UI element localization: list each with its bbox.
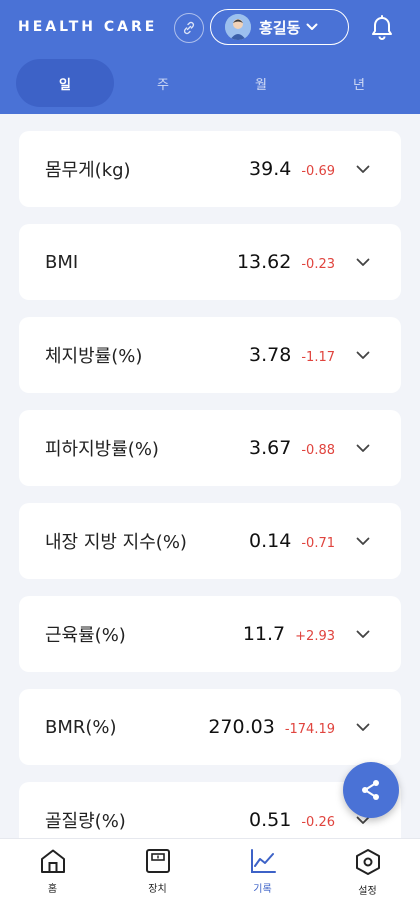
nav-settings[interactable]: 설정: [315, 839, 420, 900]
bell-icon: [372, 15, 392, 40]
metric-delta: -0.69: [301, 164, 335, 179]
metric-delta: -0.88: [301, 443, 335, 458]
metric-delta: -1.17: [301, 350, 335, 365]
share-icon: [362, 780, 379, 800]
metric-card-muscle[interactable]: 근육률(%) 11.7 +2.93: [19, 596, 401, 672]
metric-delta: +2.93: [295, 629, 335, 644]
metric-card-bmr[interactable]: BMR(%) 270.03 -174.19: [19, 689, 401, 765]
metric-delta: -0.71: [301, 536, 335, 551]
metric-delta: -0.23: [301, 257, 335, 272]
metric-label: 골질량(%): [45, 811, 126, 832]
nav-label: 홈: [47, 884, 58, 895]
nav-label: 설정: [358, 886, 377, 897]
metric-card-bmi[interactable]: BMI 13.62 -0.23: [19, 224, 401, 300]
metric-card-body-fat[interactable]: 체지방률(%) 3.78 -1.17: [19, 317, 401, 393]
chevron-down-icon[interactable]: [355, 440, 371, 456]
chevron-down-icon[interactable]: [355, 161, 371, 177]
metric-value: 3.78: [249, 344, 292, 366]
bottom-nav: 홈 장치 기록 설정: [0, 838, 420, 900]
share-button[interactable]: [343, 762, 399, 818]
metric-label: BMR(%): [45, 716, 117, 738]
chevron-down-icon[interactable]: [355, 626, 371, 642]
tab-day[interactable]: 일: [16, 59, 114, 107]
chevron-down-icon[interactable]: [355, 347, 371, 363]
chevron-down-icon[interactable]: [355, 533, 371, 549]
metric-value: 0.51: [249, 809, 292, 831]
brand-title: HEALTH CARE: [18, 19, 158, 35]
chevron-down-icon[interactable]: [355, 719, 371, 735]
tab-week[interactable]: 주: [114, 59, 212, 107]
metric-value: 3.67: [249, 437, 292, 459]
app-header: HEALTH CARE 홍길동 일 주 월 년: [0, 0, 420, 114]
metric-label: 내장 지방 지수(%): [45, 532, 187, 553]
chart-line-icon: [250, 849, 276, 873]
metric-label: 근육률(%): [45, 625, 126, 646]
metric-value: 0.14: [249, 530, 292, 552]
home-icon: [40, 849, 65, 873]
link-button[interactable]: [174, 13, 204, 43]
metric-value: 11.7: [242, 623, 286, 645]
chevron-down-icon: [306, 23, 318, 31]
nav-device[interactable]: 장치: [105, 839, 210, 900]
metric-value: 39.4: [249, 158, 292, 180]
user-name: 홍길동: [259, 18, 301, 37]
metric-card-visceral-fat[interactable]: 내장 지방 지수(%) 0.14 -0.71: [19, 503, 401, 579]
nav-label: 기록: [253, 884, 272, 895]
metric-label: 체지방률(%): [45, 346, 143, 367]
metric-label: 피하지방률(%): [45, 439, 159, 460]
user-selector[interactable]: 홍길동: [210, 9, 349, 45]
metric-label: BMI: [45, 251, 79, 273]
metric-card-subcutaneous-fat[interactable]: 피하지방률(%) 3.67 -0.88: [19, 410, 401, 486]
hexagon-settings-icon: [355, 849, 380, 875]
tab-month[interactable]: 월: [212, 59, 310, 107]
nav-records[interactable]: 기록: [210, 839, 315, 900]
avatar: [225, 14, 251, 40]
metric-delta: -0.26: [301, 815, 335, 830]
metric-value: 270.03: [208, 716, 275, 738]
scale-icon: [145, 849, 170, 873]
metric-label: 몸무게(kg): [45, 160, 131, 181]
chevron-down-icon[interactable]: [355, 254, 371, 270]
metric-card-weight[interactable]: 몸무게(kg) 39.4 -0.69: [19, 131, 401, 207]
link-icon: [183, 21, 195, 35]
tab-year[interactable]: 년: [310, 59, 408, 107]
metric-delta: -174.19: [284, 722, 335, 737]
metric-value: 13.62: [236, 251, 292, 273]
nav-label: 장치: [148, 884, 167, 895]
period-tabs: 일 주 월 년: [16, 59, 408, 107]
nav-home[interactable]: 홈: [0, 839, 105, 900]
user-avatar-icon: [225, 14, 251, 40]
notification-button[interactable]: [369, 14, 395, 42]
